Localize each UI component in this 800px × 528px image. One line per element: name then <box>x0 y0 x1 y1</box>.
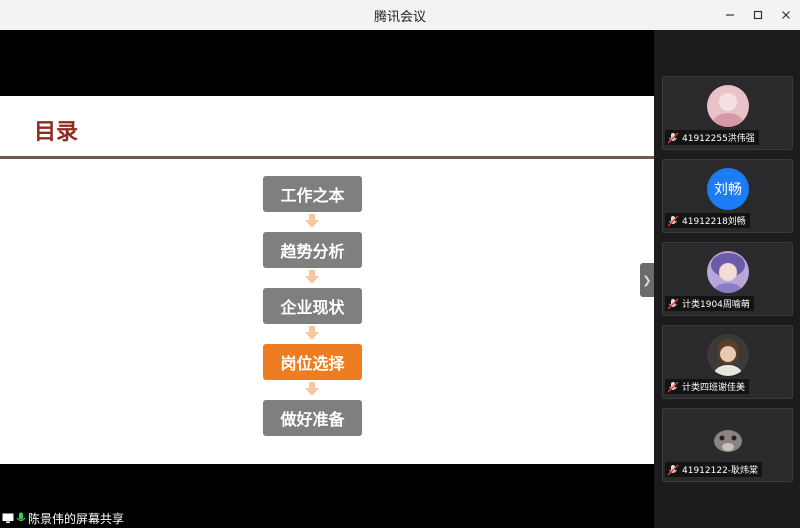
step-box-4-active: 岗位选择 <box>263 344 362 380</box>
mic-muted-icon <box>667 381 679 392</box>
mic-muted-icon <box>667 215 679 226</box>
participant-name: 41912255洪伟强 <box>682 134 755 144</box>
step-box-2: 趋势分析 <box>263 232 362 268</box>
avatar <box>707 334 749 376</box>
down-arrow-icon <box>305 270 319 284</box>
participant-tile[interactable]: 41912122-耿炜棠 <box>662 408 793 482</box>
close-icon[interactable] <box>772 0 800 30</box>
step-box-1: 工作之本 <box>263 176 362 212</box>
step-box-3: 企业现状 <box>263 288 362 324</box>
down-arrow-icon <box>305 382 319 396</box>
down-arrow-icon <box>305 214 319 228</box>
participant-nameplate: 计类四班谢佳美 <box>665 379 750 394</box>
title-bar: 腾讯会议 <box>0 0 800 30</box>
window-controls <box>716 0 800 30</box>
participant-name: 计类1904周喻萌 <box>682 300 750 310</box>
slide-divider <box>0 156 654 159</box>
participant-tile[interactable]: 41912255洪伟强 <box>662 76 793 150</box>
participant-nameplate: 41912255洪伟强 <box>665 130 759 145</box>
avatar: 刘畅 <box>707 168 749 210</box>
avatar <box>707 85 749 127</box>
avatar <box>707 417 749 459</box>
presentation-slide: 目录 工作之本 趋势分析 企业现状 岗位选择 做好准备 <box>0 96 654 464</box>
slide-title: 目录 <box>34 120 79 145</box>
mic-muted-icon <box>667 132 679 143</box>
step-box-5: 做好准备 <box>263 400 362 436</box>
avatar <box>707 251 749 293</box>
mic-muted-icon <box>667 464 679 475</box>
screen-share-status: 陈景伟的屏幕共享 <box>2 510 124 526</box>
maximize-icon[interactable] <box>744 0 772 30</box>
microphone-icon <box>16 512 26 522</box>
minimize-icon[interactable] <box>716 0 744 30</box>
participant-name: 计类四班谢佳美 <box>682 383 746 393</box>
participant-nameplate: 41912122-耿炜棠 <box>665 462 763 477</box>
window-title: 腾讯会议 <box>373 9 426 25</box>
participant-nameplate: 41912218刘畅 <box>665 213 750 228</box>
share-status-text: 陈景伟的屏幕共享 <box>28 511 125 526</box>
down-arrow-icon <box>305 326 319 340</box>
participant-name: 41912218刘畅 <box>682 217 746 227</box>
participant-tile[interactable]: 计类1904周喻萌 <box>662 242 793 316</box>
screen-share-icon <box>2 513 14 523</box>
participant-name: 41912122-耿炜棠 <box>682 466 759 476</box>
participant-tile[interactable]: 计类四班谢佳美 <box>662 325 793 399</box>
participant-tile[interactable]: 刘畅 41912218刘畅 <box>662 159 793 233</box>
mic-muted-icon <box>667 298 679 309</box>
participant-nameplate: 计类1904周喻萌 <box>665 296 754 311</box>
panel-collapse-chevron-icon[interactable]: ❯ <box>640 263 654 297</box>
shared-screen-stage: 目录 工作之本 趋势分析 企业现状 岗位选择 做好准备 <box>0 30 654 528</box>
